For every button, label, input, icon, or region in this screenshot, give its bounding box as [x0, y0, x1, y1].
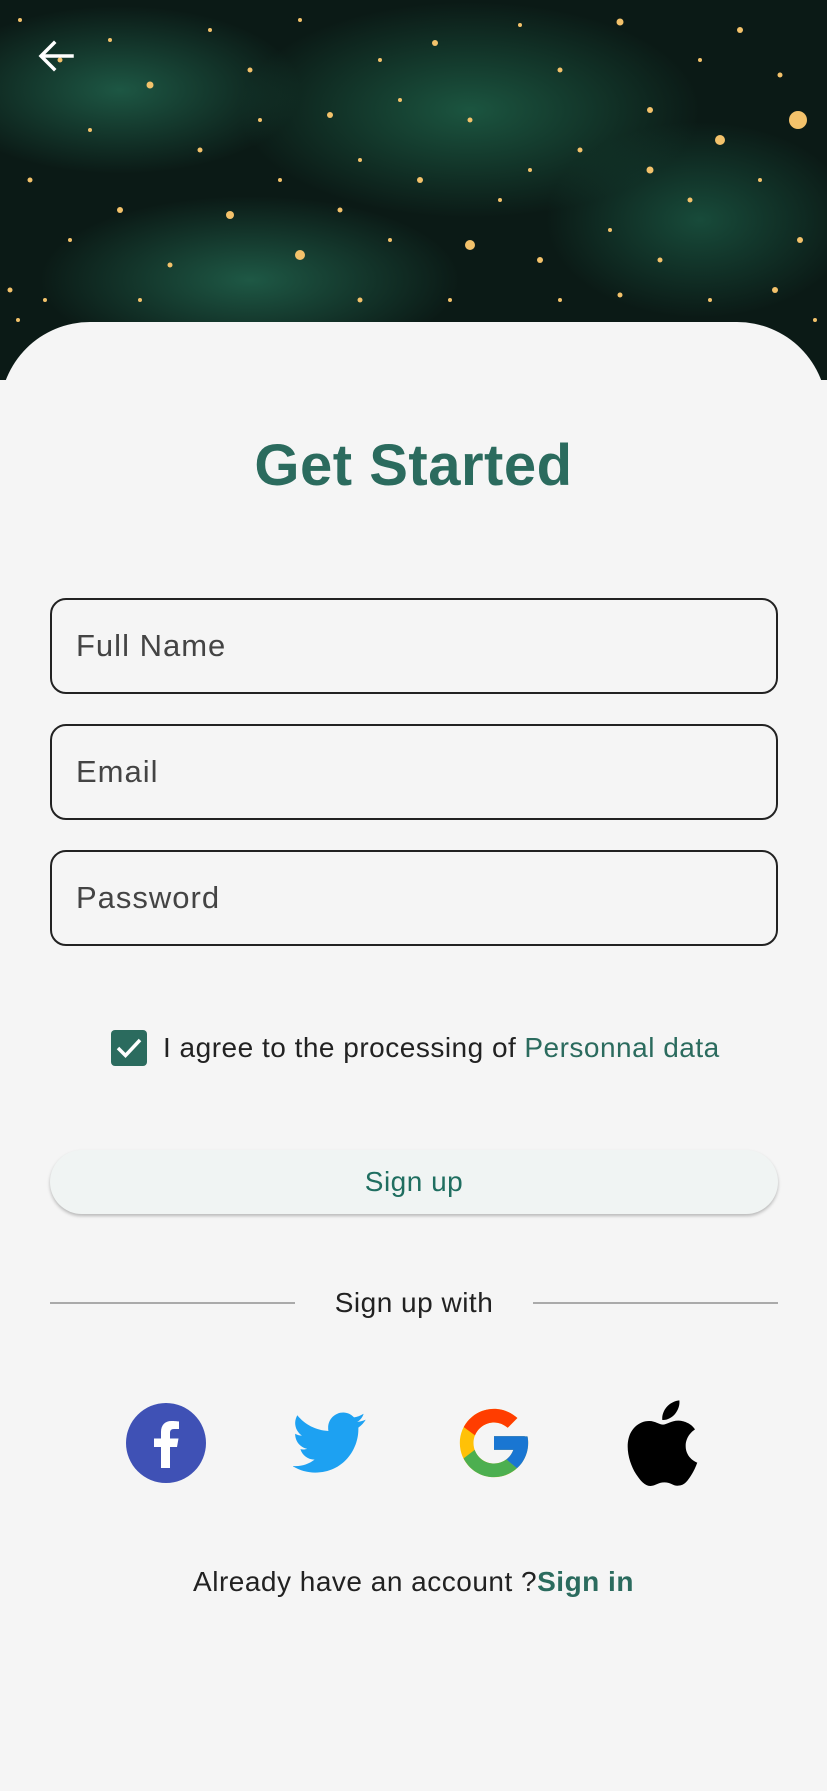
apple-button[interactable]	[618, 1395, 702, 1491]
facebook-icon	[126, 1403, 206, 1483]
google-icon	[459, 1408, 529, 1478]
divider-label: Sign up with	[334, 1287, 494, 1318]
agreement-checkbox[interactable]	[111, 1030, 147, 1066]
twitter-button[interactable]	[288, 1395, 372, 1491]
apple-icon	[627, 1400, 698, 1486]
personal-data-link[interactable]: Personnal data	[524, 1032, 719, 1064]
twitter-icon	[293, 1412, 366, 1473]
email-field[interactable]	[50, 724, 778, 820]
signup-button[interactable]: Sign up	[50, 1150, 778, 1214]
password-input[interactable]	[76, 880, 776, 916]
checkmark-icon	[116, 1038, 142, 1059]
full-name-field[interactable]	[50, 598, 778, 694]
signin-link[interactable]: Sign in	[537, 1566, 634, 1597]
divider-line-left	[50, 1302, 295, 1304]
google-button[interactable]	[452, 1395, 536, 1491]
back-button[interactable]	[30, 30, 82, 82]
password-field[interactable]	[50, 850, 778, 946]
arrow-left-icon	[38, 40, 74, 72]
agreement-row: I agree to the processing of Personnal d…	[111, 1028, 720, 1068]
full-name-input[interactable]	[76, 628, 776, 664]
signup-screen: Get Started I agree to the processing of…	[0, 0, 827, 1791]
page-title: Get Started	[254, 433, 573, 498]
email-input[interactable]	[76, 754, 776, 790]
facebook-button[interactable]	[124, 1395, 208, 1491]
signup-with-divider: Sign up with	[50, 1283, 779, 1323]
signin-row: Already have an account ?Sign in	[0, 1566, 827, 1598]
divider-line-right	[533, 1302, 779, 1304]
signin-prompt: Already have an account ?	[193, 1566, 538, 1597]
agreement-text: I agree to the processing of	[163, 1032, 517, 1063]
